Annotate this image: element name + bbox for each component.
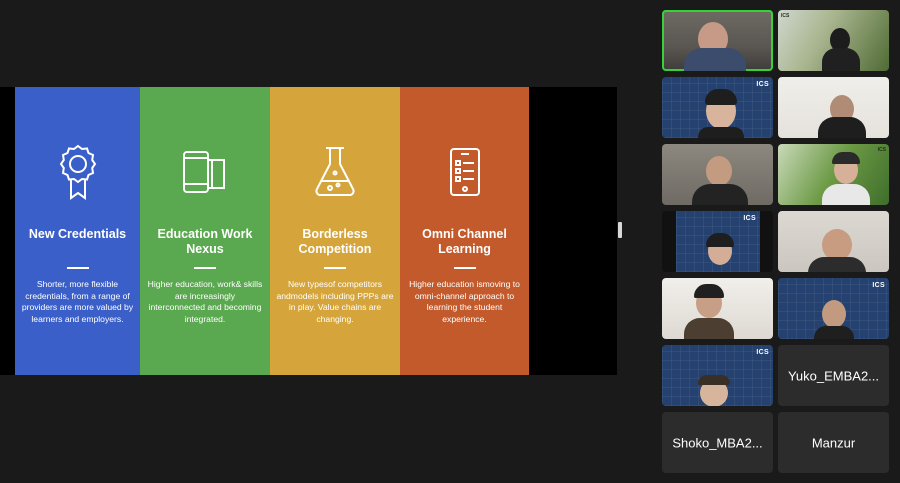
panel-new-credentials: New Credentials Shorter, more flexible c… bbox=[15, 87, 140, 375]
slide: New Credentials Shorter, more flexible c… bbox=[15, 87, 529, 375]
tablet-book-icon bbox=[183, 151, 225, 193]
divider bbox=[66, 267, 89, 269]
participant-video[interactable] bbox=[662, 278, 773, 339]
participant-video[interactable]: ICS bbox=[662, 211, 773, 272]
panel-title: Borderless Competition bbox=[298, 227, 372, 256]
participant-video[interactable]: ICS bbox=[778, 144, 889, 205]
ics-logo: ICS bbox=[756, 349, 769, 356]
participant-name-tile[interactable]: Yuko_EMBA2... bbox=[778, 345, 889, 406]
ics-logo: ICS bbox=[756, 81, 769, 88]
split-resize-handle[interactable] bbox=[618, 222, 622, 238]
divider bbox=[324, 267, 346, 269]
participant-video[interactable] bbox=[778, 77, 889, 138]
ics-logo: ICS bbox=[872, 282, 885, 289]
panel-body: Higher education ismoving to omni-channe… bbox=[409, 279, 520, 324]
participant-video[interactable]: ICS bbox=[662, 77, 773, 138]
participant-video[interactable]: ICS bbox=[778, 10, 889, 71]
participant-name: Manzur bbox=[811, 435, 856, 450]
participant-name: Yuko_EMBA2... bbox=[787, 368, 880, 383]
panel-body: Higher education, work& skills are incre… bbox=[147, 279, 263, 324]
flask-icon bbox=[315, 147, 355, 197]
participant-name-tile[interactable]: Shoko_MBA2... bbox=[662, 412, 773, 473]
divider bbox=[453, 267, 476, 269]
mobile-checklist-icon bbox=[449, 148, 480, 196]
participant-name-tile[interactable]: Manzur bbox=[778, 412, 889, 473]
ics-logo: ICS bbox=[743, 215, 756, 222]
panel-borderless-competition: Borderless Competition New typesof compe… bbox=[270, 87, 400, 375]
panel-omni-channel-learning: Omni Channel Learning Higher education i… bbox=[400, 87, 529, 375]
participant-video[interactable]: ICS bbox=[778, 278, 889, 339]
panel-body: New typesof competitors andmodels includ… bbox=[276, 279, 394, 324]
participant-video[interactable] bbox=[778, 211, 889, 272]
participant-video[interactable] bbox=[662, 10, 773, 71]
panel-education-work-nexus: Education Work Nexus Higher education, w… bbox=[140, 87, 270, 375]
panel-title: Omni Channel Learning bbox=[422, 227, 507, 256]
panel-title: Education Work Nexus bbox=[157, 227, 253, 256]
panel-title: New Credentials bbox=[28, 227, 127, 241]
participant-video[interactable]: ICS bbox=[662, 345, 773, 406]
panel-body: Shorter, more flexible credentials, from… bbox=[21, 279, 134, 324]
divider bbox=[194, 267, 216, 269]
ics-logo: ICS bbox=[781, 13, 790, 19]
participant-name: Shoko_MBA2... bbox=[672, 435, 763, 450]
ics-logo: ICS bbox=[877, 147, 886, 153]
shared-screen: New Credentials Shorter, more flexible c… bbox=[0, 87, 617, 375]
ribbon-badge-icon bbox=[59, 144, 96, 200]
participant-video[interactable] bbox=[662, 144, 773, 205]
